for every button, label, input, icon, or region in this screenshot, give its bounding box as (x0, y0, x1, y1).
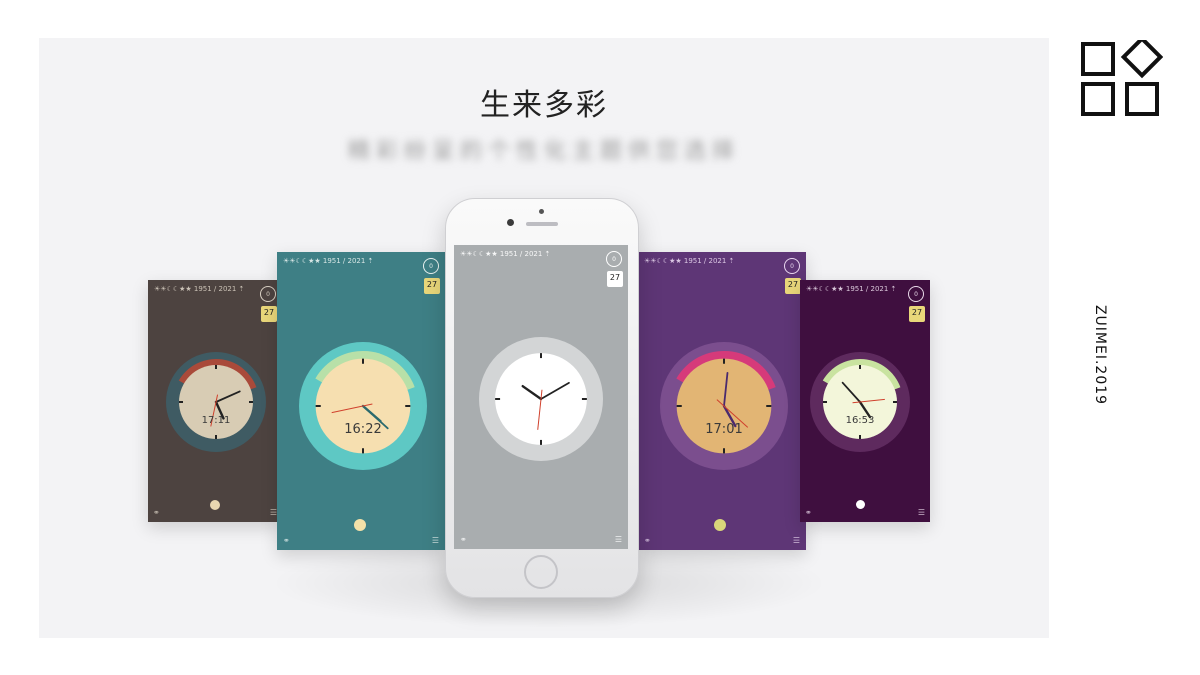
showcase-panel: 生来多彩 精彩纷呈的个性化主题供您选择 ☀☀☾☾★★ 1951 / 2021 ⇡… (39, 38, 1049, 638)
clock-face: 17:11 (166, 352, 266, 452)
page-dot[interactable] (354, 519, 366, 531)
clock-face: 16:22 (299, 342, 427, 470)
link-icon[interactable]: ⚭ (153, 508, 160, 517)
clock-face: 16:53 (810, 352, 910, 452)
speaker (526, 222, 558, 226)
calendar-icon[interactable]: 27 (607, 271, 623, 287)
brand-text: ZUIMEI.2019 (1092, 304, 1108, 406)
counter-badge: 0 (260, 286, 276, 302)
digital-time: 16:22 (344, 422, 381, 437)
digital-time: 17:01 (705, 422, 742, 437)
link-icon[interactable]: ⚭ (460, 535, 467, 544)
status-line: ☀☀☾☾★★ 1951 / 2021 ⇡ (154, 285, 245, 293)
theme-screen-purple[interactable]: ☀☀☾☾★★ 1951 / 2021 ⇡ 0 27 17:01 ⚭ ☰ (638, 252, 806, 550)
counter-badge: 0 (423, 258, 439, 274)
status-line: ☀☀☾☾★★ 1951 / 2021 ⇡ (644, 257, 735, 265)
calendar-icon[interactable]: 27 (909, 306, 925, 322)
page-dot[interactable] (856, 500, 865, 509)
phone-frame: ☀☀☾☾★★ 1951 / 2021 ⇡ 0 27 ⚭ ☰ (445, 198, 639, 598)
page-dot[interactable] (714, 519, 726, 531)
page-title: 生来多彩 (480, 88, 608, 123)
calendar-icon[interactable]: 27 (785, 278, 801, 294)
theme-screen-plum[interactable]: ☀☀☾☾★★ 1951 / 2021 ⇡ 0 27 16:53 ⚭ ☰ (800, 280, 930, 522)
link-icon[interactable]: ⚭ (644, 536, 651, 545)
page-subtitle: 精彩纷呈的个性化主题供您选择 (347, 139, 740, 164)
counter-badge: 0 (606, 251, 622, 267)
link-icon[interactable]: ⚭ (283, 536, 290, 545)
status-line: ☀☀☾☾★★ 1951 / 2021 ⇡ (806, 285, 897, 293)
list-icon[interactable]: ☰ (270, 508, 277, 517)
link-icon[interactable]: ⚭ (805, 508, 812, 517)
status-line: ☀☀☾☾★★ 1951 / 2021 ⇡ (283, 257, 374, 265)
counter-badge: 0 (784, 258, 800, 274)
sensor-dot (539, 209, 544, 214)
status-line: ☀☀☾☾★★ 1951 / 2021 ⇡ (460, 250, 551, 258)
brand-side-text: ZUIMEI.2019 (1085, 300, 1115, 410)
list-icon[interactable]: ☰ (918, 508, 925, 517)
theme-screen-brown[interactable]: ☀☀☾☾★★ 1951 / 2021 ⇡ 0 27 17:11 ⚭ ☰ (148, 280, 282, 522)
home-button[interactable] (524, 555, 558, 589)
digital-time: 16:53 (846, 415, 875, 426)
clock-face (479, 337, 603, 461)
calendar-icon[interactable]: 27 (261, 306, 277, 322)
list-icon[interactable]: ☰ (615, 535, 622, 544)
page-dot[interactable] (210, 500, 220, 510)
camera (507, 219, 514, 226)
theme-screen-gray[interactable]: ☀☀☾☾★★ 1951 / 2021 ⇡ 0 27 ⚭ ☰ (454, 245, 628, 549)
theme-screen-teal[interactable]: ☀☀☾☾★★ 1951 / 2021 ⇡ 0 27 16:22 ⚭ ☰ (277, 252, 445, 550)
list-icon[interactable]: ☰ (793, 536, 800, 545)
clock-face: 17:01 (660, 342, 788, 470)
grid-diamond-logo (1081, 40, 1163, 116)
list-icon[interactable]: ☰ (432, 536, 439, 545)
digital-time: 17:11 (202, 415, 231, 426)
calendar-icon[interactable]: 27 (424, 278, 440, 294)
counter-badge: 0 (908, 286, 924, 302)
